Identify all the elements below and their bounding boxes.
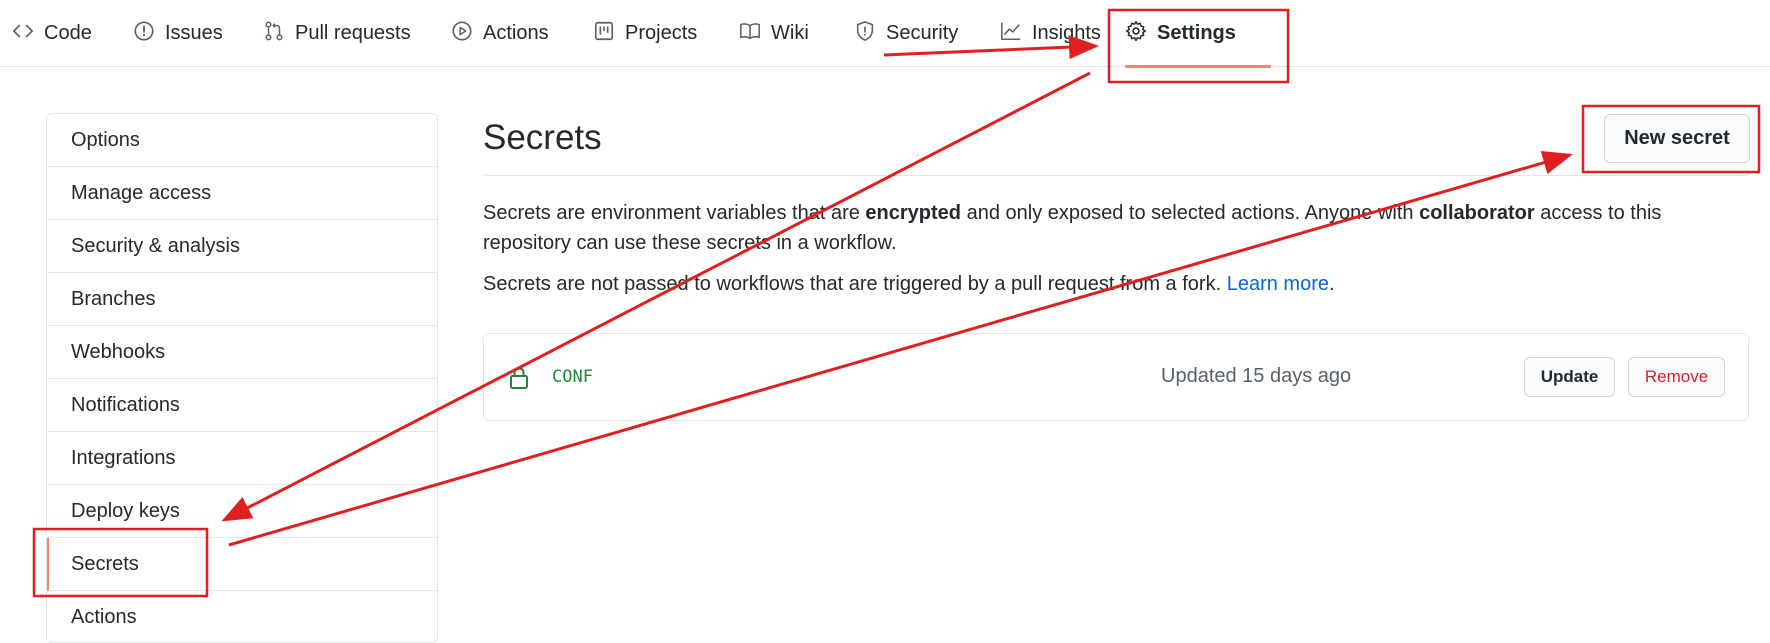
tab-label: Insights <box>1032 22 1101 44</box>
tab-issues[interactable]: Issues <box>133 0 223 67</box>
sidebar-item-label: Actions <box>71 606 137 628</box>
new-secret-button[interactable]: New secret <box>1604 114 1750 163</box>
sidebar-item-deploy-keys[interactable]: Deploy keys <box>47 485 437 538</box>
tab-label: Code <box>44 22 92 44</box>
learn-more-link[interactable]: Learn more <box>1227 273 1329 295</box>
sidebar-item-notifications[interactable]: Notifications <box>47 379 437 432</box>
tab-settings[interactable]: Settings <box>1125 0 1271 68</box>
sidebar-item-label: Notifications <box>71 393 180 416</box>
fork-note-text: Secrets are not passed to workflows that… <box>483 273 1227 295</box>
secret-name: CONF <box>552 367 593 387</box>
sidebar-item-label: Branches <box>71 287 156 310</box>
book-icon <box>739 20 761 48</box>
sidebar-item-label: Manage access <box>71 181 212 204</box>
desc-text: Secrets are environment variables that a… <box>483 202 866 224</box>
sidebar-item-label: Secrets <box>71 552 139 575</box>
sidebar-item-options[interactable]: Options <box>47 114 437 167</box>
sidebar-item-label: Options <box>71 128 140 151</box>
sidebar-item-label: Deploy keys <box>71 499 180 522</box>
tab-label: Projects <box>625 22 698 44</box>
settings-sidebar: Options Manage access Security & analysi… <box>46 113 438 643</box>
gear-icon <box>1125 20 1147 48</box>
sidebar-item-integrations[interactable]: Integrations <box>47 432 437 485</box>
pull-request-icon <box>263 20 285 48</box>
sidebar-item-label: Integrations <box>71 446 176 469</box>
tab-insights[interactable]: Insights <box>1000 0 1101 67</box>
sidebar-item-webhooks[interactable]: Webhooks <box>47 326 437 379</box>
tab-projects[interactable]: Projects <box>593 0 697 67</box>
fork-note-end: . <box>1328 273 1335 295</box>
sidebar-item-secrets[interactable]: Secrets <box>47 538 437 591</box>
desc-bold-collaborator: collaborator <box>1419 202 1535 224</box>
tab-code[interactable]: Code <box>12 0 92 67</box>
shield-icon <box>854 20 876 48</box>
sidebar-item-manage-access[interactable]: Manage access <box>47 167 437 220</box>
sidebar-item-security-analysis[interactable]: Security & analysis <box>47 220 437 273</box>
tab-label: Issues <box>165 22 223 44</box>
sidebar-item-label: Webhooks <box>71 340 166 363</box>
secrets-description: Secrets are environment variables that a… <box>483 198 1753 258</box>
tab-security[interactable]: Security <box>854 0 958 67</box>
desc-text: and only exposed to selected actions. An… <box>961 202 1420 224</box>
tab-label: Pull requests <box>295 22 411 44</box>
secret-updated-time: Updated 15 days ago <box>1161 365 1352 387</box>
sidebar-item-branches[interactable]: Branches <box>47 273 437 326</box>
sidebar-item-label: Security & analysis <box>71 234 240 257</box>
page-title: Secrets <box>483 118 602 157</box>
play-icon <box>451 20 473 48</box>
lock-icon <box>509 367 529 389</box>
tab-actions[interactable]: Actions <box>451 0 549 67</box>
issue-icon <box>133 20 155 48</box>
secrets-list: CONF Updated 15 days ago Update Remove <box>483 333 1749 421</box>
tab-label: Actions <box>483 22 549 44</box>
repo-nav: Code Issues Pull requests Actions Projec… <box>0 0 1770 68</box>
update-secret-button[interactable]: Update <box>1524 357 1615 397</box>
code-icon <box>12 20 34 48</box>
remove-secret-button[interactable]: Remove <box>1628 357 1725 397</box>
graph-icon <box>1000 20 1022 48</box>
tab-label: Wiki <box>771 22 809 44</box>
desc-bold-encrypted: encrypted <box>865 202 962 224</box>
tab-pull-requests[interactable]: Pull requests <box>263 0 411 67</box>
selected-tab-underline <box>1125 65 1271 68</box>
tab-label: Settings <box>1157 22 1236 44</box>
tab-wiki[interactable]: Wiki <box>739 0 809 67</box>
sidebar-item-actions[interactable]: Actions <box>47 591 437 642</box>
fork-note: Secrets are not passed to workflows that… <box>483 269 1753 299</box>
project-icon <box>593 20 615 48</box>
title-divider <box>483 175 1749 176</box>
tab-label: Security <box>886 22 959 44</box>
